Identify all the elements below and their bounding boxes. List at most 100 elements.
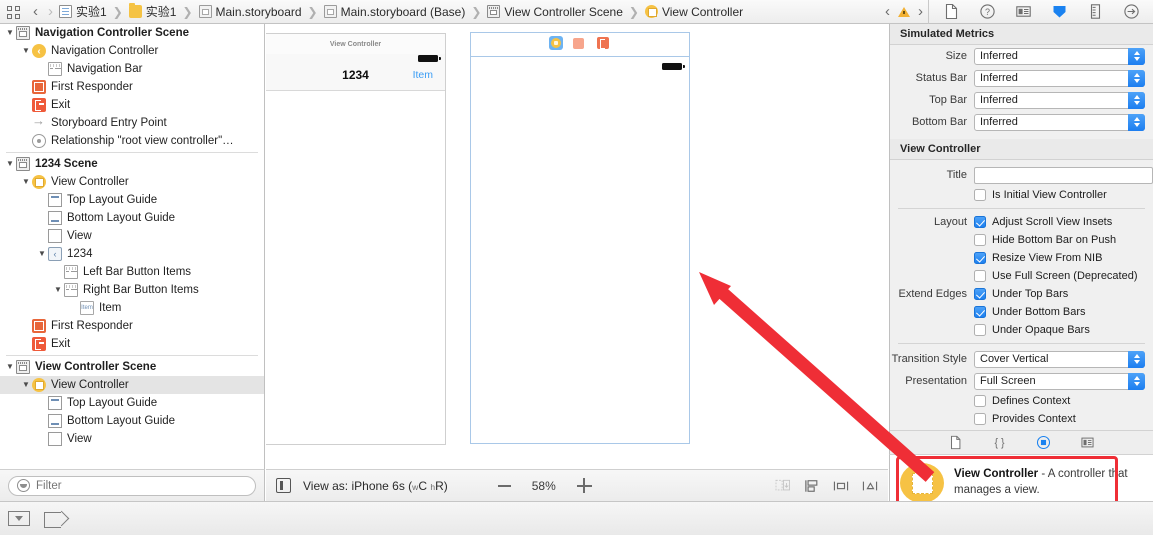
provides-context-checkbox[interactable] — [974, 413, 986, 425]
hide-bottom-bar-on-push-checkbox[interactable] — [974, 234, 986, 246]
breadcrumb-item-storyboard-base[interactable]: Main.storyboard (Base) — [323, 5, 467, 19]
disclosure-triangle-icon[interactable]: ▼ — [20, 47, 32, 55]
zoom-out-button[interactable] — [497, 484, 511, 487]
resize-view-from-nib-checkbox[interactable] — [974, 252, 986, 264]
outline-row[interactable]: Exit — [0, 335, 264, 353]
transition-style-select[interactable]: Cover Vertical — [974, 350, 1145, 368]
previous-issue-button[interactable]: ‹ — [880, 4, 895, 19]
bar-button-item-label[interactable]: Item — [413, 69, 433, 81]
navigation-bar[interactable]: 1234 Item — [266, 54, 445, 91]
quick-help-inspector-icon[interactable]: ? — [969, 0, 1005, 23]
defines-context-checkbox[interactable] — [974, 395, 986, 407]
top-bar-select[interactable]: Inferred — [974, 91, 1145, 109]
outline-row[interactable]: ▼ 1234 Scene — [0, 155, 264, 173]
document-outline-toggle-icon[interactable] — [276, 478, 291, 493]
zoom-in-button[interactable] — [576, 478, 592, 493]
tag-icon[interactable] — [44, 511, 68, 528]
size-inspector-icon[interactable] — [1077, 0, 1113, 23]
outline-row[interactable]: ▼ ‹ 1234 — [0, 245, 264, 263]
under-top-bars-checkbox[interactable] — [974, 288, 986, 300]
disclosure-triangle-icon[interactable]: ▼ — [4, 29, 16, 37]
presentation-select[interactable]: Full Screen — [974, 372, 1145, 390]
code-snippet-library-icon[interactable]: { } — [991, 434, 1009, 452]
size-value: Inferred — [980, 50, 1018, 62]
outline-row[interactable]: Navigation Bar — [0, 60, 264, 78]
outline-row[interactable]: View — [0, 227, 264, 245]
use-full-screen-checkbox[interactable] — [974, 270, 986, 282]
back-button[interactable]: ‹ — [28, 4, 43, 19]
outline-row[interactable]: ▼ View Controller — [0, 173, 264, 191]
disclosure-triangle-icon[interactable]: ▼ — [4, 160, 16, 168]
outline-row[interactable]: First Responder — [0, 78, 264, 96]
outline-row[interactable]: Bottom Layout Guide — [0, 412, 264, 430]
outline-row-label: View Controller Scene — [35, 361, 157, 373]
outline-row[interactable]: First Responder — [0, 317, 264, 335]
attributes-inspector-icon[interactable] — [1041, 0, 1077, 23]
embed-in-icon[interactable] — [804, 479, 820, 493]
identity-inspector-icon[interactable] — [1005, 0, 1041, 23]
outline-row[interactable]: Top Layout Guide — [0, 394, 264, 412]
chevron-updown-icon[interactable] — [1128, 47, 1145, 65]
storyboard-canvas[interactable]: View Controller 1234 Item — [266, 24, 888, 469]
disclosure-triangle-icon[interactable]: ▼ — [20, 178, 32, 186]
outline-row[interactable]: Storyboard Entry Point — [0, 113, 264, 132]
update-frames-icon[interactable] — [775, 479, 791, 493]
chevron-updown-icon[interactable] — [1128, 69, 1145, 87]
chevron-updown-icon[interactable] — [1128, 372, 1145, 390]
under-opaque-bars-checkbox[interactable] — [974, 324, 986, 336]
warning-triangle-icon[interactable] — [898, 6, 910, 17]
first-responder-dock-icon[interactable] — [573, 36, 587, 50]
status-bar-select[interactable]: Inferred — [974, 69, 1145, 87]
outline-row[interactable]: ▼ ‹ Navigation Controller — [0, 42, 264, 60]
outline-row[interactable]: View — [0, 430, 264, 448]
scene-1234[interactable]: View Controller 1234 Item — [266, 33, 446, 445]
grid-icon[interactable] — [6, 4, 22, 20]
breadcrumb-item-storyboard[interactable]: Main.storyboard — [198, 5, 303, 19]
chevron-updown-icon[interactable] — [1128, 350, 1145, 368]
disclosure-triangle-icon[interactable]: ▼ — [20, 381, 32, 389]
breadcrumb-item-project[interactable]: 实验1 — [58, 3, 108, 20]
attributes-inspector[interactable]: Simulated Metrics Size Inferred Status B… — [889, 24, 1153, 435]
object-library-icon[interactable] — [1035, 434, 1053, 452]
outline-row[interactable]: Left Bar Button Items — [0, 263, 264, 281]
breadcrumb-item-scene[interactable]: View Controller Scene — [486, 5, 624, 19]
outline-row[interactable]: Item Item — [0, 299, 264, 317]
title-input[interactable] — [974, 166, 1153, 184]
filter-dropdown-icon[interactable] — [8, 511, 30, 526]
chevron-updown-icon[interactable] — [1128, 113, 1145, 131]
outline-row[interactable]: Bottom Layout Guide — [0, 209, 264, 227]
outline-row[interactable]: ▼ View Controller — [0, 376, 264, 394]
search-input[interactable] — [36, 479, 247, 492]
file-template-library-icon[interactable] — [947, 434, 965, 452]
outline-row[interactable]: Exit — [0, 96, 264, 114]
disclosure-triangle-icon[interactable]: ▼ — [4, 363, 16, 371]
outline-row[interactable]: ▼ View Controller Scene — [0, 358, 264, 376]
size-select[interactable]: Inferred — [974, 47, 1145, 65]
exit-dock-icon[interactable] — [597, 36, 611, 50]
view-as-label[interactable]: View as: iPhone 6s (wC hR) — [303, 479, 448, 493]
breadcrumb-item-view-controller[interactable]: View Controller — [644, 5, 744, 19]
scene-view-controller-selected[interactable] — [470, 32, 690, 444]
bottom-bar-select[interactable]: Inferred — [974, 113, 1145, 131]
view-controller-dock-icon[interactable] — [549, 36, 563, 50]
outline-row[interactable]: ▼ Navigation Controller Scene — [0, 24, 264, 42]
breadcrumb-item-folder[interactable]: 实验1 — [128, 3, 178, 20]
media-library-icon[interactable] — [1079, 434, 1097, 452]
outline-row[interactable]: ▼ Right Bar Button Items — [0, 281, 264, 299]
outline-row[interactable]: Top Layout Guide — [0, 191, 264, 209]
filter-field[interactable] — [8, 475, 256, 496]
connections-inspector-icon[interactable] — [1113, 0, 1149, 23]
adjust-scroll-view-insets-checkbox[interactable] — [974, 216, 986, 228]
outline-row[interactable]: Relationship "root view controller"… — [0, 132, 264, 150]
document-outline[interactable]: ▼ Navigation Controller Scene ▼ ‹ Navigation… — [0, 24, 265, 469]
under-bottom-bars-checkbox[interactable] — [974, 306, 986, 318]
align-icon[interactable] — [833, 479, 849, 493]
disclosure-triangle-icon[interactable]: ▼ — [52, 286, 64, 294]
chevron-updown-icon[interactable] — [1128, 91, 1145, 109]
file-inspector-icon[interactable] — [933, 0, 969, 23]
pin-icon[interactable] — [862, 479, 878, 493]
is-initial-checkbox[interactable] — [974, 189, 986, 201]
disclosure-triangle-icon[interactable]: ▼ — [36, 250, 48, 258]
next-issue-button[interactable]: › — [913, 4, 928, 19]
forward-button[interactable]: › — [43, 4, 58, 19]
